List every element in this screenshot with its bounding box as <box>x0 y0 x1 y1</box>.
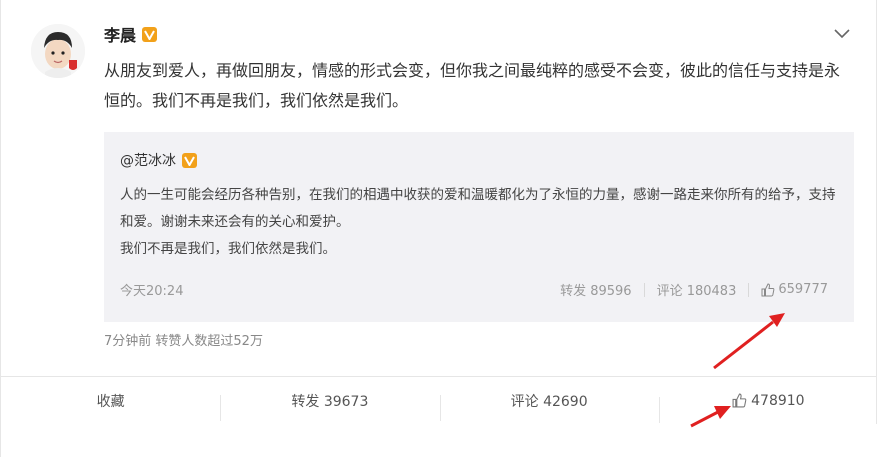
quoted-post[interactable]: @范冰冰 人的一生可能会经历各种告别，在我们的相遇中收获的爱和温暖都化为了永恒的… <box>104 132 854 322</box>
repost-button[interactable]: 转发 39673 <box>220 391 439 421</box>
repost-label: 转发 39673 <box>291 393 369 410</box>
verified-badge-icon <box>142 26 158 42</box>
favorite-label: 收藏 <box>96 393 125 410</box>
quoted-repost-button[interactable]: 转发 89596 <box>548 280 644 299</box>
post-text: 从朋友到爱人，再做回朋友，情感的形式会变，但你我之间最纯粹的感受不会变，彼此的信… <box>104 61 841 110</box>
quoted-like-button[interactable]: 659777 <box>749 282 828 297</box>
quoted-comment-button[interactable]: 评论 180483 <box>645 280 749 299</box>
page-background <box>1 424 877 457</box>
like-button[interactable]: 478910 <box>658 392 877 423</box>
like-count: 478910 <box>751 392 805 409</box>
thumbs-up-icon <box>732 393 747 408</box>
quoted-text-line2: 我们不再是我们，我们依然是我们。 <box>120 241 336 257</box>
author-name[interactable]: 李晨 <box>104 22 136 46</box>
author-row: 李晨 <box>104 22 158 46</box>
favorite-button[interactable]: 收藏 <box>1 391 220 411</box>
quoted-text: 人的一生可能会经历各种告别，在我们的相遇中收获的爱和温暖都化为了永恒的力量，感谢… <box>120 182 844 263</box>
comment-button[interactable]: 评论 42690 <box>439 391 659 421</box>
comment-label: 评论 42690 <box>510 393 588 410</box>
verified-badge-icon <box>182 152 197 168</box>
quoted-text-line1: 人的一生可能会经历各种告别，在我们的相遇中收获的爱和温暖都化为了永恒的力量，感谢… <box>120 187 836 230</box>
thumbs-up-icon <box>761 282 775 296</box>
author-avatar[interactable] <box>31 24 85 78</box>
avatar-image <box>31 24 85 78</box>
quoted-like-count: 659777 <box>778 282 828 297</box>
quoted-author-row: @范冰冰 <box>120 150 197 170</box>
chevron-down-icon[interactable] <box>834 24 850 43</box>
post-meta: 7分钟前 转赞人数超过52万 <box>104 334 263 349</box>
quoted-stats: 转发 89596 评论 180483 659777 <box>548 280 828 299</box>
quoted-timestamp[interactable]: 今天20:24 <box>120 280 183 299</box>
quoted-author[interactable]: @范冰冰 <box>120 150 176 170</box>
weibo-post-card: 李晨 从朋友到爱人，再做回朋友，情感的形式会变，但你我之间最纯粹的感受不会变，彼… <box>0 0 877 457</box>
action-bar: 收藏 转发 39673 评论 42690 478910 <box>1 376 877 424</box>
